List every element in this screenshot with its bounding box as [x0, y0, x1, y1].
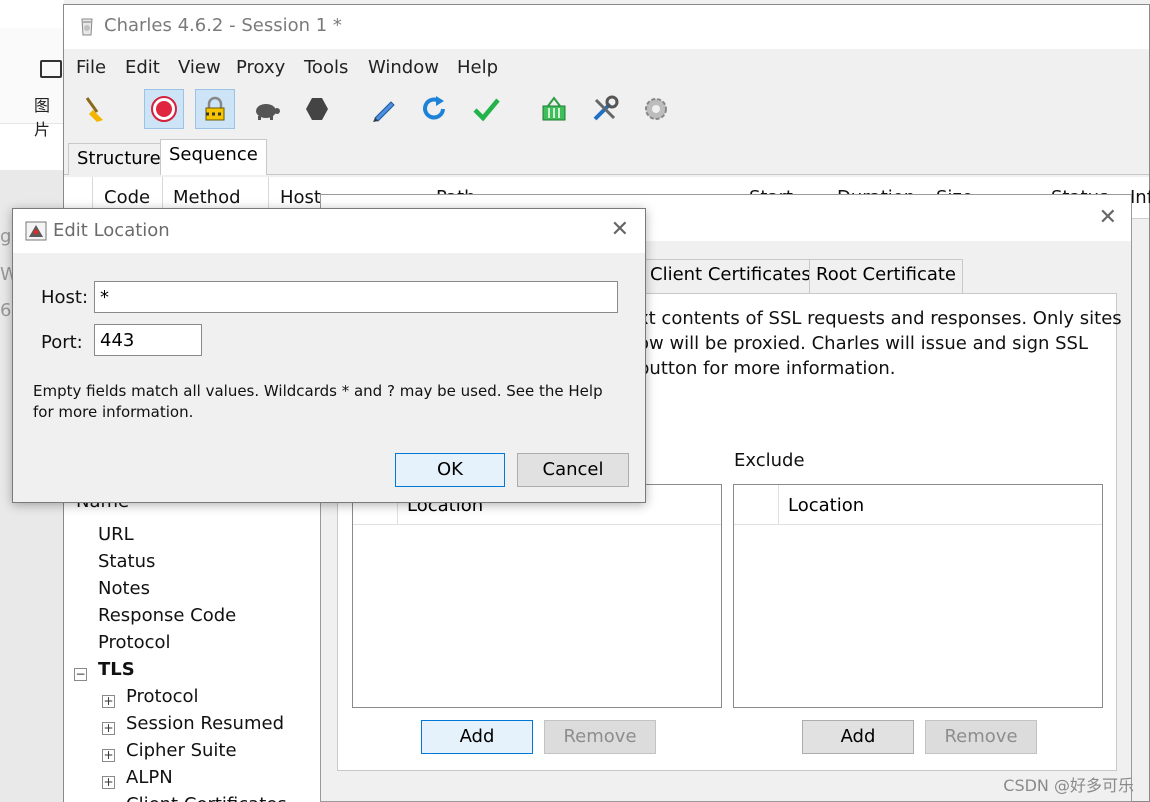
- edit-location-dialog: Edit Location ✕ Host: Port: Empty fields…: [12, 208, 646, 503]
- menu-help[interactable]: Help: [457, 57, 498, 78]
- tab-root-certificate[interactable]: Root Certificate: [809, 259, 964, 293]
- tree-item-alpn[interactable]: ALPN: [126, 767, 173, 788]
- window-title: Charles 4.6.2 - Session 1 *: [104, 15, 342, 36]
- port-label: Port:: [41, 332, 83, 353]
- tree-item-url[interactable]: URL: [98, 524, 134, 545]
- tools-icon[interactable]: [585, 89, 625, 129]
- include-remove-button[interactable]: Remove: [544, 720, 656, 754]
- broom-icon[interactable]: [74, 89, 114, 129]
- settings-gear-icon[interactable]: [636, 89, 676, 129]
- expand-icon[interactable]: +: [102, 749, 115, 762]
- close-icon[interactable]: ✕: [611, 217, 629, 242]
- tree-item-protocol[interactable]: Protocol: [98, 632, 171, 653]
- expand-icon[interactable]: +: [102, 695, 115, 708]
- menu-file[interactable]: File: [76, 57, 106, 78]
- host-input[interactable]: [94, 281, 618, 313]
- close-icon[interactable]: ✕: [1099, 205, 1117, 230]
- port-input[interactable]: [94, 324, 202, 356]
- menu-bar: File Edit View Proxy Tools Window Help: [64, 53, 1149, 83]
- exclude-list-header: Location: [734, 485, 1102, 525]
- throttle-turtle-icon[interactable]: [246, 89, 286, 129]
- charles-app-icon: [25, 221, 47, 241]
- tree-item-client-certificates[interactable]: Client Certificates: [126, 794, 287, 802]
- view-tabs: Structure Sequence: [64, 139, 1149, 175]
- background-fragment: 6: [0, 300, 12, 321]
- exclude-label: Exclude: [734, 450, 805, 471]
- menu-view[interactable]: View: [178, 57, 221, 78]
- tree-item-tls[interactable]: TLS: [98, 659, 135, 680]
- ssl-description-line: button for more information.: [638, 358, 896, 379]
- record-icon[interactable]: [144, 89, 184, 129]
- column-method[interactable]: Method: [173, 187, 241, 208]
- column-code[interactable]: Code: [104, 187, 150, 208]
- column-separator: [778, 485, 779, 525]
- tree-item-cipher-suite[interactable]: Cipher Suite: [126, 740, 237, 761]
- ssl-description-line: xt contents of SSL requests and response…: [638, 308, 1122, 329]
- repeat-icon[interactable]: [414, 89, 454, 129]
- menu-edit[interactable]: Edit: [125, 57, 160, 78]
- shopping-basket-icon[interactable]: [534, 89, 574, 129]
- picture-icon: [40, 60, 62, 78]
- ssl-description-line: ow will be proxied. Charles will issue a…: [638, 333, 1088, 354]
- tab-structure[interactable]: Structure: [68, 143, 170, 175]
- menu-window[interactable]: Window: [368, 57, 439, 78]
- validate-check-icon[interactable]: [466, 89, 506, 129]
- menu-tools[interactable]: Tools: [304, 57, 348, 78]
- column-host[interactable]: Host: [280, 187, 321, 208]
- cancel-button[interactable]: Cancel: [517, 453, 629, 487]
- tree-item-session-resumed[interactable]: Session Resumed: [126, 713, 284, 734]
- ok-button[interactable]: OK: [395, 453, 505, 487]
- collapse-icon[interactable]: −: [74, 668, 87, 681]
- tree-item-notes[interactable]: Notes: [98, 578, 150, 599]
- exclude-remove-button[interactable]: Remove: [925, 720, 1037, 754]
- tab-sequence[interactable]: Sequence: [160, 139, 267, 175]
- compose-pen-icon[interactable]: [364, 89, 404, 129]
- breakpoint-hexagon-icon[interactable]: [297, 89, 337, 129]
- ssl-lock-icon[interactable]: [195, 89, 235, 129]
- help-text: Empty fields match all values. Wildcards…: [33, 382, 603, 421]
- host-label: Host:: [41, 287, 89, 308]
- expand-icon[interactable]: +: [102, 722, 115, 735]
- tree-item-status[interactable]: Status: [98, 551, 155, 572]
- tab-client-certificates[interactable]: Client Certificates: [643, 259, 818, 293]
- exclude-list[interactable]: Location: [733, 484, 1103, 708]
- toolbar: [64, 85, 1149, 133]
- edit-location-titlebar: Edit Location ✕: [13, 209, 645, 253]
- title-bar: Charles 4.6.2 - Session 1 *: [64, 5, 1149, 49]
- tree-item-tls-protocol[interactable]: Protocol: [126, 686, 199, 707]
- picture-label: 图片: [34, 96, 51, 139]
- exclude-add-button[interactable]: Add: [802, 720, 914, 754]
- include-add-button[interactable]: Add: [421, 720, 533, 754]
- column-info[interactable]: Inf: [1130, 187, 1150, 208]
- expand-icon[interactable]: +: [102, 776, 115, 789]
- menu-proxy[interactable]: Proxy: [236, 57, 285, 78]
- tree-item-response-code[interactable]: Response Code: [98, 605, 236, 626]
- charles-app-icon: [81, 18, 93, 36]
- exclude-location-column[interactable]: Location: [788, 495, 864, 516]
- watermark: CSDN @好多可乐: [1003, 776, 1134, 795]
- include-list[interactable]: Location: [352, 484, 722, 708]
- dialog-title: Edit Location: [53, 220, 170, 241]
